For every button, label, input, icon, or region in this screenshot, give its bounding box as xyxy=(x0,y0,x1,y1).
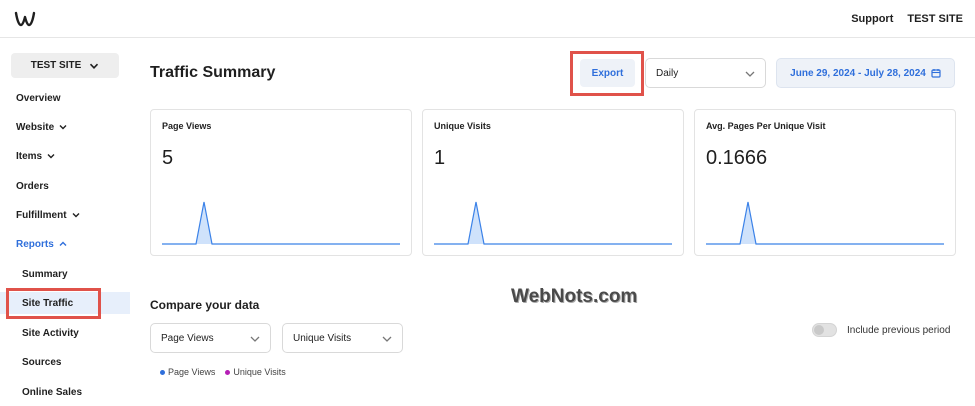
card-title: Unique Visits xyxy=(434,121,491,131)
sidebar-item-reports[interactable]: Reports xyxy=(0,233,130,255)
frequency-select[interactable]: Daily xyxy=(645,58,766,88)
chevron-down-icon xyxy=(59,125,67,130)
chevron-down-icon xyxy=(47,154,55,159)
sidebar-item-label: Fulfillment xyxy=(16,209,67,221)
sidebar-item-label: Orders xyxy=(16,180,49,192)
sidebar: TEST SITE Overview Website Items Orders … xyxy=(0,38,134,406)
date-range-label: June 29, 2024 - July 28, 2024 xyxy=(790,67,926,79)
page-views-card: Page Views 5 xyxy=(150,109,412,256)
unique-visits-sparkline xyxy=(434,201,672,245)
sidebar-item-site-traffic[interactable]: Site Traffic xyxy=(0,292,130,314)
avg-pages-card: Avg. Pages Per Unique Visit 0.1666 xyxy=(694,109,956,256)
legend-item: Unique Visits xyxy=(225,367,286,377)
sidebar-item-label: Website xyxy=(16,121,55,133)
sidebar-item-label: Summary xyxy=(22,268,68,280)
compare-metric1-select[interactable]: Page Views xyxy=(150,323,271,353)
sparkline-line xyxy=(434,201,672,245)
sidebar-item-label: Reports xyxy=(16,238,54,250)
support-link[interactable]: Support xyxy=(851,13,893,25)
chevron-down-icon xyxy=(250,336,260,342)
include-previous-label: Include previous period xyxy=(847,325,951,336)
chevron-down-icon xyxy=(72,213,80,218)
legend-label: Page Views xyxy=(168,367,216,377)
site-selector[interactable]: TEST SITE xyxy=(11,53,119,78)
card-title: Page Views xyxy=(162,121,212,131)
compare-title: Compare your data xyxy=(150,298,260,312)
sparkline-area xyxy=(196,202,212,244)
sidebar-item-overview[interactable]: Overview xyxy=(0,87,130,109)
card-title: Avg. Pages Per Unique Visit xyxy=(706,121,826,131)
legend-item: Page Views xyxy=(160,367,215,377)
sidebar-item-label: Sources xyxy=(22,356,62,368)
top-bar: Support TEST SITE xyxy=(0,0,975,38)
legend-label: Unique Visits xyxy=(233,367,286,377)
sparkline-area xyxy=(740,202,756,244)
chevron-down-icon xyxy=(382,336,392,342)
sidebar-item-online-sales[interactable]: Online Sales xyxy=(0,381,130,403)
sidebar-item-label: Overview xyxy=(16,92,61,104)
sidebar-item-site-activity[interactable]: Site Activity xyxy=(0,322,130,344)
chevron-down-icon xyxy=(745,71,755,77)
compare-legend: Page Views Unique Visits xyxy=(160,367,286,377)
page-views-sparkline xyxy=(162,201,400,245)
site-selector-label: TEST SITE xyxy=(30,60,82,71)
export-button[interactable]: Export xyxy=(580,59,635,87)
page-title: Traffic Summary xyxy=(150,64,276,81)
sidebar-item-items[interactable]: Items xyxy=(0,145,130,167)
sidebar-item-label: Site Activity xyxy=(22,327,79,339)
sparkline-line xyxy=(162,201,400,245)
toggle-knob xyxy=(814,325,824,335)
watermark: WebNots.com xyxy=(511,286,638,307)
sidebar-item-summary[interactable]: Summary xyxy=(0,263,130,285)
unique-visits-card: Unique Visits 1 xyxy=(422,109,684,256)
legend-dot xyxy=(160,369,165,375)
sidebar-item-website[interactable]: Website xyxy=(0,116,130,138)
avg-pages-sparkline xyxy=(706,201,944,245)
sidebar-item-fulfillment[interactable]: Fulfillment xyxy=(0,204,130,226)
date-range-button[interactable]: June 29, 2024 - July 28, 2024 xyxy=(776,58,955,88)
chevron-up-icon xyxy=(59,241,67,246)
compare-metric1-value: Page Views xyxy=(161,332,214,344)
sidebar-item-label: Site Traffic xyxy=(22,297,74,309)
card-value: 1 xyxy=(434,147,446,169)
calendar-icon xyxy=(931,69,941,78)
card-value: 5 xyxy=(162,147,174,169)
sparkline-area xyxy=(468,202,484,244)
weebly-logo-icon[interactable] xyxy=(14,9,36,29)
sparkline-line xyxy=(706,201,944,245)
sidebar-item-label: Items xyxy=(16,150,43,162)
legend-dot xyxy=(225,369,231,375)
site-name-link[interactable]: TEST SITE xyxy=(907,13,963,25)
frequency-select-value: Daily xyxy=(656,67,679,79)
card-value: 0.1666 xyxy=(706,147,768,169)
sidebar-item-label: Online Sales xyxy=(22,386,83,398)
compare-metric2-select[interactable]: Unique Visits xyxy=(282,323,403,353)
include-previous-toggle[interactable] xyxy=(812,323,837,337)
sidebar-item-orders[interactable]: Orders xyxy=(0,175,130,197)
sidebar-item-sources[interactable]: Sources xyxy=(0,351,130,373)
compare-metric2-value: Unique Visits xyxy=(293,332,352,344)
chevron-down-icon xyxy=(90,63,99,69)
